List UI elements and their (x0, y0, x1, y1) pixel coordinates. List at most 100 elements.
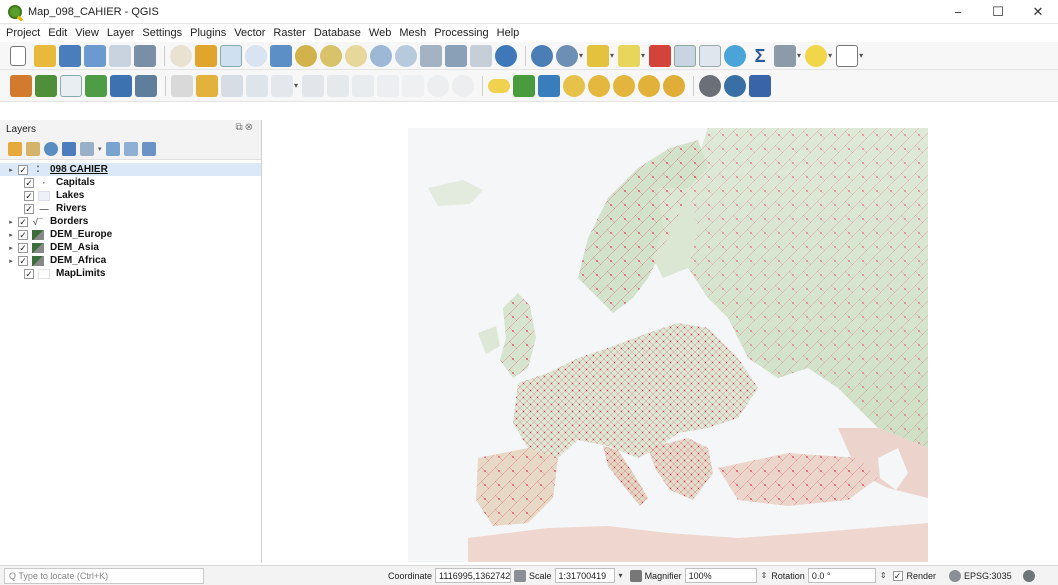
layer-row-dem-asia[interactable]: ▸ ✓ DEM_Asia (0, 241, 261, 254)
crs-label[interactable]: EPSG:3035 (964, 571, 1012, 581)
rotate-label-icon[interactable] (638, 74, 661, 97)
cut-features-icon[interactable] (352, 74, 375, 97)
chevron-down-icon[interactable]: ▾ (797, 51, 801, 60)
menu-processing[interactable]: Processing (434, 27, 488, 39)
vertex-tool-icon[interactable] (271, 74, 293, 97)
toggle-editing-pencil-icon[interactable] (196, 74, 218, 97)
manage-visibility-icon[interactable] (44, 141, 58, 156)
modify-attributes-icon[interactable] (302, 74, 325, 97)
pan-to-selection-icon[interactable] (195, 44, 217, 67)
menu-view[interactable]: View (75, 27, 99, 39)
chevron-down-icon[interactable]: ▾ (294, 81, 298, 90)
add-vector-layer-icon[interactable] (60, 74, 82, 97)
layer-row-dem-europe[interactable]: ▸ ✓ DEM_Europe (0, 228, 261, 241)
zoom-selection-icon[interactable] (295, 44, 317, 67)
close-button[interactable]: ✕ (1018, 0, 1058, 24)
add-feature-icon[interactable] (246, 74, 268, 97)
save-as-icon[interactable] (84, 44, 106, 67)
filter-expression-icon[interactable] (80, 141, 94, 156)
menu-project[interactable]: Project (6, 27, 40, 39)
help-icon[interactable] (749, 74, 772, 97)
sigma-icon[interactable]: Σ (749, 45, 771, 67)
zoom-full-icon[interactable] (270, 44, 292, 67)
delete-selected-icon[interactable] (327, 74, 350, 97)
layer-visibility-checkbox[interactable]: ✓ (18, 255, 28, 266)
add-wms-icon[interactable] (110, 74, 132, 97)
add-group-icon[interactable] (26, 141, 40, 156)
filter-legend-icon[interactable] (62, 141, 76, 156)
menu-help[interactable]: Help (497, 27, 520, 39)
zoom-next-icon[interactable] (395, 44, 417, 67)
layer-visibility-checkbox[interactable]: ✓ (18, 229, 28, 240)
current-edits-icon[interactable] (171, 74, 193, 97)
menu-layer[interactable]: Layer (107, 27, 135, 39)
menu-edit[interactable]: Edit (48, 27, 67, 39)
measure-icon[interactable] (774, 44, 797, 67)
chevron-down-icon[interactable]: ▾ (641, 51, 645, 60)
spinner-icon[interactable]: ⇕ (880, 571, 887, 580)
paste-features-icon[interactable] (402, 74, 425, 97)
layer-row-borders[interactable]: ▸ ✓ √¯ Borders (0, 215, 261, 228)
toolbox-gear-icon[interactable] (724, 44, 747, 67)
layer-visibility-checkbox[interactable]: ✓ (24, 268, 34, 279)
layer-visibility-checkbox[interactable]: ✓ (24, 190, 34, 201)
scale-field[interactable]: 1:31700419 (554, 568, 615, 583)
show-hide-labels-icon[interactable] (588, 74, 611, 97)
expand-arrow-icon[interactable]: ▸ (6, 218, 16, 226)
digitize-icon[interactable] (85, 74, 107, 97)
collapse-all-icon[interactable] (123, 141, 138, 156)
menu-settings[interactable]: Settings (142, 27, 182, 39)
move-label-icon[interactable] (613, 74, 636, 97)
refresh-icon[interactable] (495, 44, 517, 67)
layer-row-lakes[interactable]: ✓ Lakes (0, 189, 261, 202)
layer-row-maplimits[interactable]: ✓ MapLimits (0, 267, 261, 280)
float-panel-icon[interactable]: ⧉ (235, 122, 242, 133)
layout-manager-icon[interactable] (134, 44, 156, 67)
label-tool-icon[interactable] (488, 78, 511, 93)
map-canvas[interactable] (264, 120, 1058, 563)
expand-arrow-icon[interactable]: ▸ (6, 244, 16, 252)
layer-row-rivers[interactable]: ✓ — Rivers (0, 202, 261, 215)
lock-scale-icon[interactable] (629, 569, 642, 582)
chevron-down-icon[interactable]: ▾ (859, 51, 863, 60)
open-attribute-table-icon[interactable] (649, 44, 672, 67)
plugin-globe-icon[interactable] (699, 74, 722, 97)
maximize-button[interactable]: ☐ (978, 0, 1018, 24)
data-source-manager-icon[interactable] (10, 74, 32, 97)
menu-database[interactable]: Database (314, 27, 361, 39)
layer-labeling-icon[interactable] (513, 74, 536, 97)
select-features-icon[interactable] (556, 44, 578, 67)
menu-plugins[interactable]: Plugins (190, 27, 226, 39)
menu-web[interactable]: Web (369, 27, 391, 39)
python-console-icon[interactable] (724, 74, 747, 97)
zoom-native-icon[interactable] (345, 44, 367, 67)
add-virtual-layer-icon[interactable] (135, 74, 157, 97)
pan-hand-icon[interactable] (170, 44, 192, 67)
expand-arrow-icon[interactable]: ▸ (6, 257, 16, 265)
rotation-field[interactable]: 0.0 ° (807, 568, 876, 583)
change-label-icon[interactable] (663, 74, 686, 97)
zoom-layer-icon[interactable] (320, 44, 342, 67)
chevron-down-icon[interactable]: ▾ (828, 51, 832, 60)
chevron-down-icon[interactable]: ▾ (610, 51, 614, 60)
chevron-down-icon[interactable]: ▾ (579, 51, 583, 60)
layer-row-098-cahier[interactable]: ▸ ✓ ⁚ 098 CAHIER (0, 163, 261, 176)
style-manager-icon[interactable] (8, 141, 22, 156)
zoom-last-icon[interactable] (370, 44, 392, 67)
save-edits-icon[interactable] (221, 74, 243, 97)
toggle-extents-icon[interactable] (514, 569, 527, 582)
pin-labels-icon[interactable] (563, 74, 586, 97)
identify-features-icon[interactable] (531, 44, 553, 67)
menu-raster[interactable]: Raster (273, 27, 305, 39)
layer-row-dem-africa[interactable]: ▸ ✓ DEM_Africa (0, 254, 261, 267)
locator-search-input[interactable]: Q Type to locate (Ctrl+K) (4, 567, 204, 584)
messages-icon[interactable] (1022, 569, 1035, 582)
field-calculator-icon[interactable] (674, 44, 697, 67)
menu-mesh[interactable]: Mesh (399, 27, 426, 39)
save-project-icon[interactable] (59, 44, 81, 67)
deselect-icon[interactable] (618, 44, 641, 67)
minimize-button[interactable]: − (938, 0, 978, 24)
new-map-view-icon[interactable] (420, 44, 442, 67)
new-project-icon[interactable] (10, 45, 26, 66)
close-panel-icon[interactable]: ⊗ (245, 122, 253, 133)
